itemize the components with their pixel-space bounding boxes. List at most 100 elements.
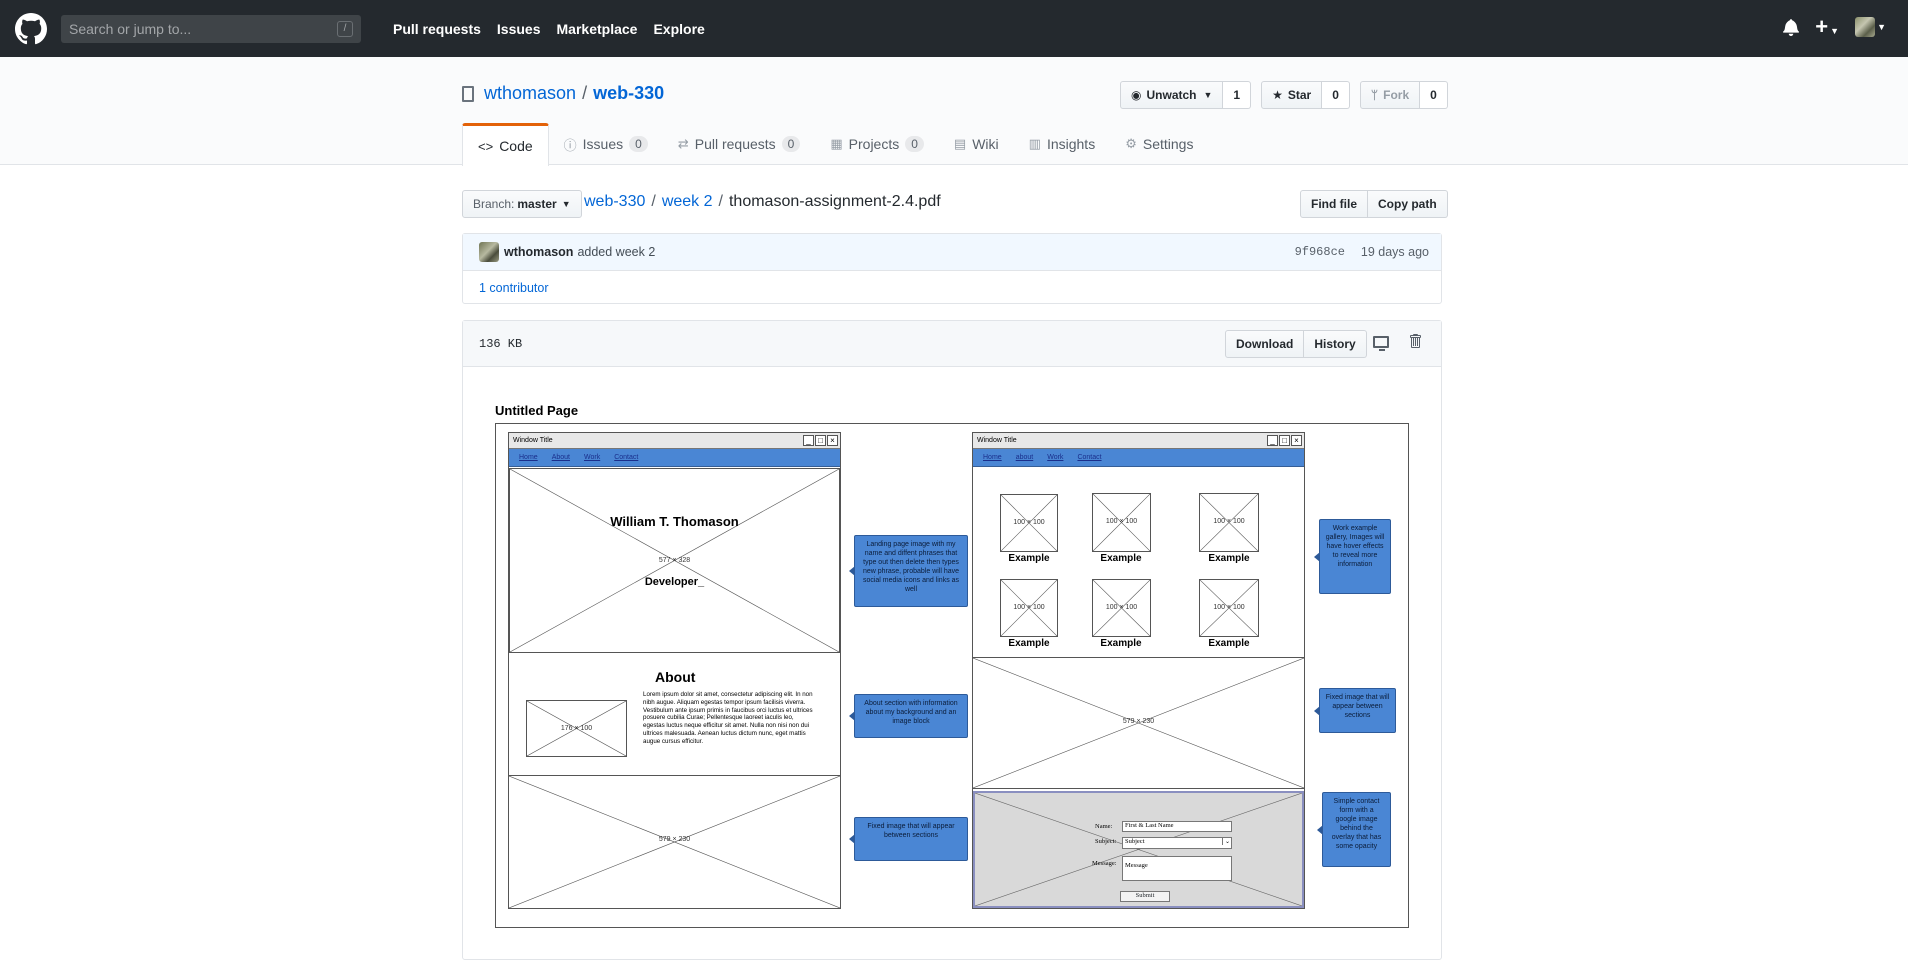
hero-role: Developer_ [644, 576, 705, 588]
gallery-dimensions: 100 × 100 [1213, 604, 1245, 611]
close-icon: × [827, 435, 838, 446]
gallery-dimensions: 100 × 100 [1105, 518, 1138, 525]
breadcrumb-repo-link[interactable]: web-330 [584, 193, 645, 211]
wf-nav-home: Home [519, 454, 538, 461]
breadcrumb-filename: thomason-assignment-2.4.pdf [728, 193, 941, 210]
wf-nav-home: Home [983, 454, 1002, 461]
caret-down-icon: ▼ [561, 199, 571, 209]
nav-issues[interactable]: Issues [497, 21, 541, 37]
commit-message-link[interactable]: added week 2 [577, 245, 655, 259]
fork-button[interactable]: ᛘ Fork [1359, 81, 1421, 109]
wireframe-canvas: Window Title _ □ × Home About Work Contact… [495, 423, 1409, 928]
eye-icon: ◉ [1131, 88, 1142, 102]
breadcrumb-folder-link[interactable]: week 2 [662, 193, 713, 211]
tab-insights[interactable]: ▥ Insights [1014, 123, 1111, 165]
issues-counter: 0 [629, 136, 648, 152]
repo-name-link[interactable]: web-330 [593, 83, 664, 104]
caret-down-icon: ▼ [1830, 26, 1840, 36]
gallery-item-placeholder: 100 × 100 [1199, 579, 1259, 637]
file-nav-actions: Find file Copy path [1300, 190, 1448, 218]
path-separator: / [718, 193, 723, 210]
wf-nav-work: Work [1047, 454, 1064, 461]
tab-pull-requests[interactable]: ⇄ Pull requests 0 [663, 123, 816, 165]
tab-issues[interactable]: ⓘ Issues 0 [549, 123, 663, 165]
annotation-contact: Simple contact form with a google image … [1317, 792, 1391, 867]
forks-count[interactable]: 0 [1420, 81, 1448, 109]
caret-down-icon: ▼ [1203, 90, 1213, 100]
annotation-hero: Landing page image with my name and diff… [849, 535, 968, 607]
search-placeholder: Search or jump to... [69, 21, 192, 37]
commit-summary: wthomason added week 2 9f968ce 19 days a… [463, 234, 1441, 271]
tab-label: Issues [582, 136, 624, 152]
history-button[interactable]: History [1304, 330, 1367, 358]
github-logo-icon[interactable] [15, 13, 47, 45]
path-separator: / [651, 193, 656, 210]
create-new-button[interactable]: + ▼ [1815, 14, 1840, 39]
wireframe-window-left: Window Title _ □ × Home About Work Contact… [508, 432, 841, 909]
wf-nav-about: about [1015, 454, 1034, 461]
watchers-count[interactable]: 1 [1223, 81, 1252, 109]
repo-owner-link[interactable]: wthomason [484, 83, 576, 104]
minimize-icon: _ [803, 435, 814, 446]
user-menu-button[interactable]: ▼ [1855, 17, 1886, 37]
search-shortcut-badge: / [337, 21, 353, 37]
unwatch-label: Unwatch [1146, 88, 1197, 102]
bell-icon[interactable] [1783, 18, 1800, 36]
repo-actions: ◉ Unwatch ▼ 1 ★ Star 0 ᛘ Fork 0 [1120, 81, 1448, 109]
trash-icon[interactable] [1409, 333, 1421, 349]
nav-marketplace[interactable]: Marketplace [557, 21, 638, 37]
tab-label: Projects [848, 136, 900, 152]
form-name-label: Name: [1095, 823, 1113, 830]
contact-form-section: Name: First & Last Name Subject: Subject… [973, 791, 1304, 908]
wireframe-page-title: Untitled Page [495, 403, 579, 418]
book-icon: ▤ [953, 136, 967, 151]
gallery-item-placeholder: 100 × 100 [1000, 494, 1058, 552]
annotation-gallery: Work example gallery, Images will have h… [1314, 519, 1391, 594]
form-submit-button: Submit [1120, 891, 1170, 902]
form-subject-select: Subject ⌄ [1122, 837, 1232, 849]
form-message-field: Message [1122, 856, 1232, 881]
branch-select-button[interactable]: Branch: master ▼ [462, 190, 582, 218]
project-icon: ▦ [830, 136, 843, 151]
tab-code[interactable]: <> Code [462, 123, 549, 166]
copy-path-button[interactable]: Copy path [1368, 190, 1448, 218]
gallery-item-placeholder: 100 × 100 [1000, 579, 1058, 637]
form-name-field: First & Last Name [1122, 821, 1232, 832]
contributors-link[interactable]: 1 contributor [463, 271, 1441, 304]
commit-author-link[interactable]: wthomason [504, 245, 573, 259]
desktop-icon[interactable] [1373, 336, 1389, 351]
path-separator: / [582, 83, 588, 103]
author-avatar[interactable] [479, 242, 499, 262]
wf-nav-contact: Contact [614, 454, 639, 461]
tab-wiki[interactable]: ▤ Wiki [939, 123, 1014, 165]
about-title: About [655, 669, 696, 685]
commit-sha-link[interactable]: 9f968ce [1295, 245, 1345, 259]
plus-icon: + [1815, 14, 1829, 39]
file-header: 136 KB Download History [463, 321, 1441, 367]
search-input[interactable]: Search or jump to... / [61, 15, 361, 43]
fixed-image-dimensions: 579 × 230 [1122, 718, 1155, 725]
header-actions: + ▼ ▼ [1783, 14, 1886, 39]
nav-explore[interactable]: Explore [653, 21, 704, 37]
stargazers-count[interactable]: 0 [1322, 81, 1350, 109]
maximize-icon: □ [815, 435, 826, 446]
gallery-dimensions: 100 × 100 [1013, 519, 1045, 526]
code-icon: <> [478, 138, 494, 154]
fork-icon: ᛘ [1370, 88, 1379, 102]
annotation-about: About section with information about my … [849, 694, 968, 738]
wireframe-window-right: Window Title _ □ × Home about Work Contact… [972, 432, 1305, 909]
download-button[interactable]: Download [1225, 330, 1305, 358]
nav-pull-requests[interactable]: Pull requests [393, 21, 481, 37]
tab-settings[interactable]: ⚙ Settings [1110, 123, 1208, 165]
find-file-button[interactable]: Find file [1300, 190, 1368, 218]
about-image-placeholder: 176 × 100 [526, 700, 627, 757]
minimize-icon: _ [1267, 435, 1278, 446]
unwatch-button[interactable]: ◉ Unwatch ▼ [1120, 81, 1224, 109]
gallery-label: Example [1100, 553, 1142, 564]
star-button[interactable]: ★ Star [1261, 81, 1323, 109]
star-icon: ★ [1272, 88, 1283, 102]
form-message-label: Message: [1092, 860, 1117, 867]
tab-label: Wiki [972, 136, 999, 152]
close-icon: × [1291, 435, 1302, 446]
tab-projects[interactable]: ▦ Projects 0 [815, 123, 939, 165]
